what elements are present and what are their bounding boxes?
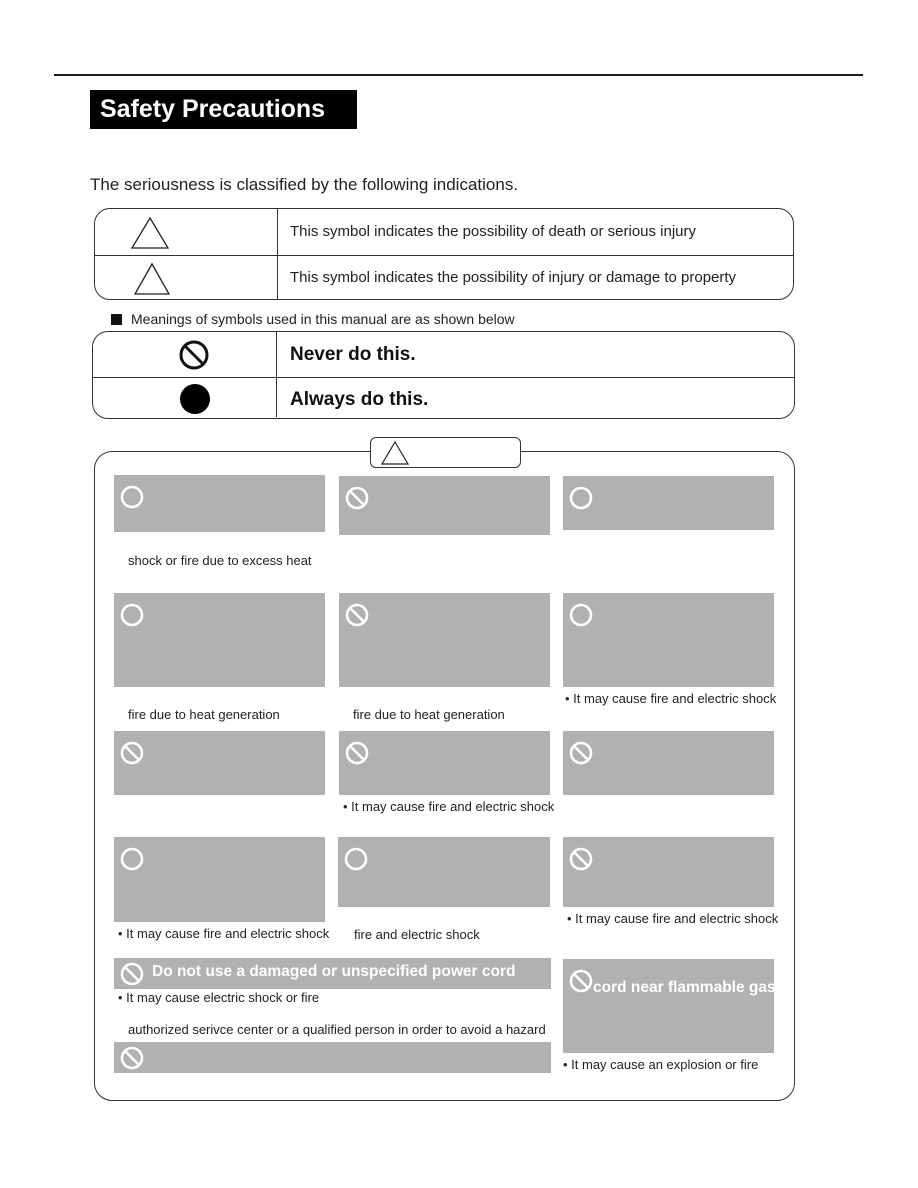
- warning-section-label: [370, 437, 521, 468]
- caution-triangle-icon: [133, 262, 171, 295]
- top-rule: [54, 74, 863, 76]
- symbol-cell: [93, 332, 277, 377]
- warning-card: cord near flammable gas: [563, 959, 776, 1053]
- indication-symbol-cell: [95, 255, 278, 299]
- warning-card: [114, 837, 325, 922]
- mandatory-circle-icon: [569, 603, 593, 627]
- prohibited-icon: [345, 486, 369, 510]
- prohibited-icon: [345, 741, 369, 765]
- mandatory-filled-circle-icon: [180, 384, 210, 414]
- symbol-row: Never do this.: [93, 332, 794, 378]
- warning-card-caption: fire due to heat generation: [128, 707, 280, 722]
- indication-text: This symbol indicates the possibility of…: [290, 223, 697, 240]
- warning-card-caption: fire due to heat generation: [353, 707, 505, 722]
- warning-card: [114, 1042, 551, 1073]
- indication-row: This symbol indicates the possibility of…: [95, 255, 793, 299]
- mandatory-circle-icon: [120, 603, 144, 627]
- mandatory-circle-icon: [120, 485, 144, 509]
- symbol-cell: [93, 377, 277, 417]
- prohibited-icon: [120, 741, 144, 765]
- warning-card-caption: • It may cause fire and electric shock: [343, 799, 555, 814]
- prohibited-icon: [179, 340, 209, 370]
- meanings-heading: Meanings of symbols used in this manual …: [111, 311, 515, 327]
- prohibited-icon: [120, 1046, 144, 1070]
- symbol-meaning: Never do this.: [290, 344, 416, 365]
- prohibited-icon: [120, 962, 144, 986]
- indication-row: This symbol indicates the possibility of…: [95, 209, 793, 256]
- warning-card-caption: authorized serivce center or a qualified…: [128, 1022, 546, 1037]
- warning-card: [114, 593, 325, 687]
- symbols-table: Never do this. Always do this.: [92, 331, 795, 419]
- warning-card-title: Do not use a damaged or unspecified powe…: [152, 963, 516, 980]
- mandatory-circle-icon: [120, 847, 144, 871]
- meanings-heading-text: Meanings of symbols used in this manual …: [131, 311, 515, 327]
- warning-triangle-icon: [130, 216, 170, 249]
- warning-card: [114, 475, 325, 532]
- prohibited-icon: [569, 969, 593, 993]
- warning-card: [338, 837, 550, 907]
- warning-triangle-icon: [380, 440, 410, 465]
- warning-card: [563, 476, 774, 530]
- mandatory-circle-icon: [344, 847, 368, 871]
- page-title: Safety Precautions: [90, 90, 357, 129]
- symbol-meaning: Always do this.: [290, 389, 429, 410]
- prohibited-icon: [569, 847, 593, 871]
- warning-card: [563, 837, 774, 907]
- indication-text: This symbol indicates the possibility of…: [290, 269, 737, 286]
- mandatory-circle-icon: [569, 486, 593, 510]
- warning-card-caption: shock or fire due to excess heat: [128, 553, 312, 568]
- warning-card: [563, 731, 774, 795]
- intro-text: The seriousness is classified by the fol…: [90, 175, 519, 194]
- warning-card-title: cord near flammable gas: [593, 979, 776, 996]
- warning-card: [563, 593, 774, 687]
- warning-card-caption: • It may cause fire and electric shock: [118, 926, 330, 941]
- warning-card-caption: • It may cause an explosion or fire: [563, 1057, 759, 1072]
- warning-card-caption: fire and electric shock: [354, 927, 480, 942]
- warning-card: [339, 731, 550, 795]
- warning-card-caption: • It may cause fire and electric shock: [567, 911, 779, 926]
- prohibited-icon: [345, 603, 369, 627]
- warning-card: Do not use a damaged or unspecified powe…: [114, 958, 551, 989]
- symbol-row: Always do this.: [93, 377, 794, 418]
- indication-symbol-cell: [95, 209, 278, 255]
- indications-table: This symbol indicates the possibility of…: [94, 208, 794, 300]
- prohibited-icon: [569, 741, 593, 765]
- warning-card: [339, 476, 550, 535]
- warning-card-caption: • It may cause fire and electric shock: [565, 691, 777, 706]
- warning-card: [339, 593, 550, 687]
- warning-card-caption: • It may cause electric shock or fire: [118, 990, 320, 1005]
- warning-card: [114, 731, 325, 795]
- bullet-square-icon: [111, 314, 122, 325]
